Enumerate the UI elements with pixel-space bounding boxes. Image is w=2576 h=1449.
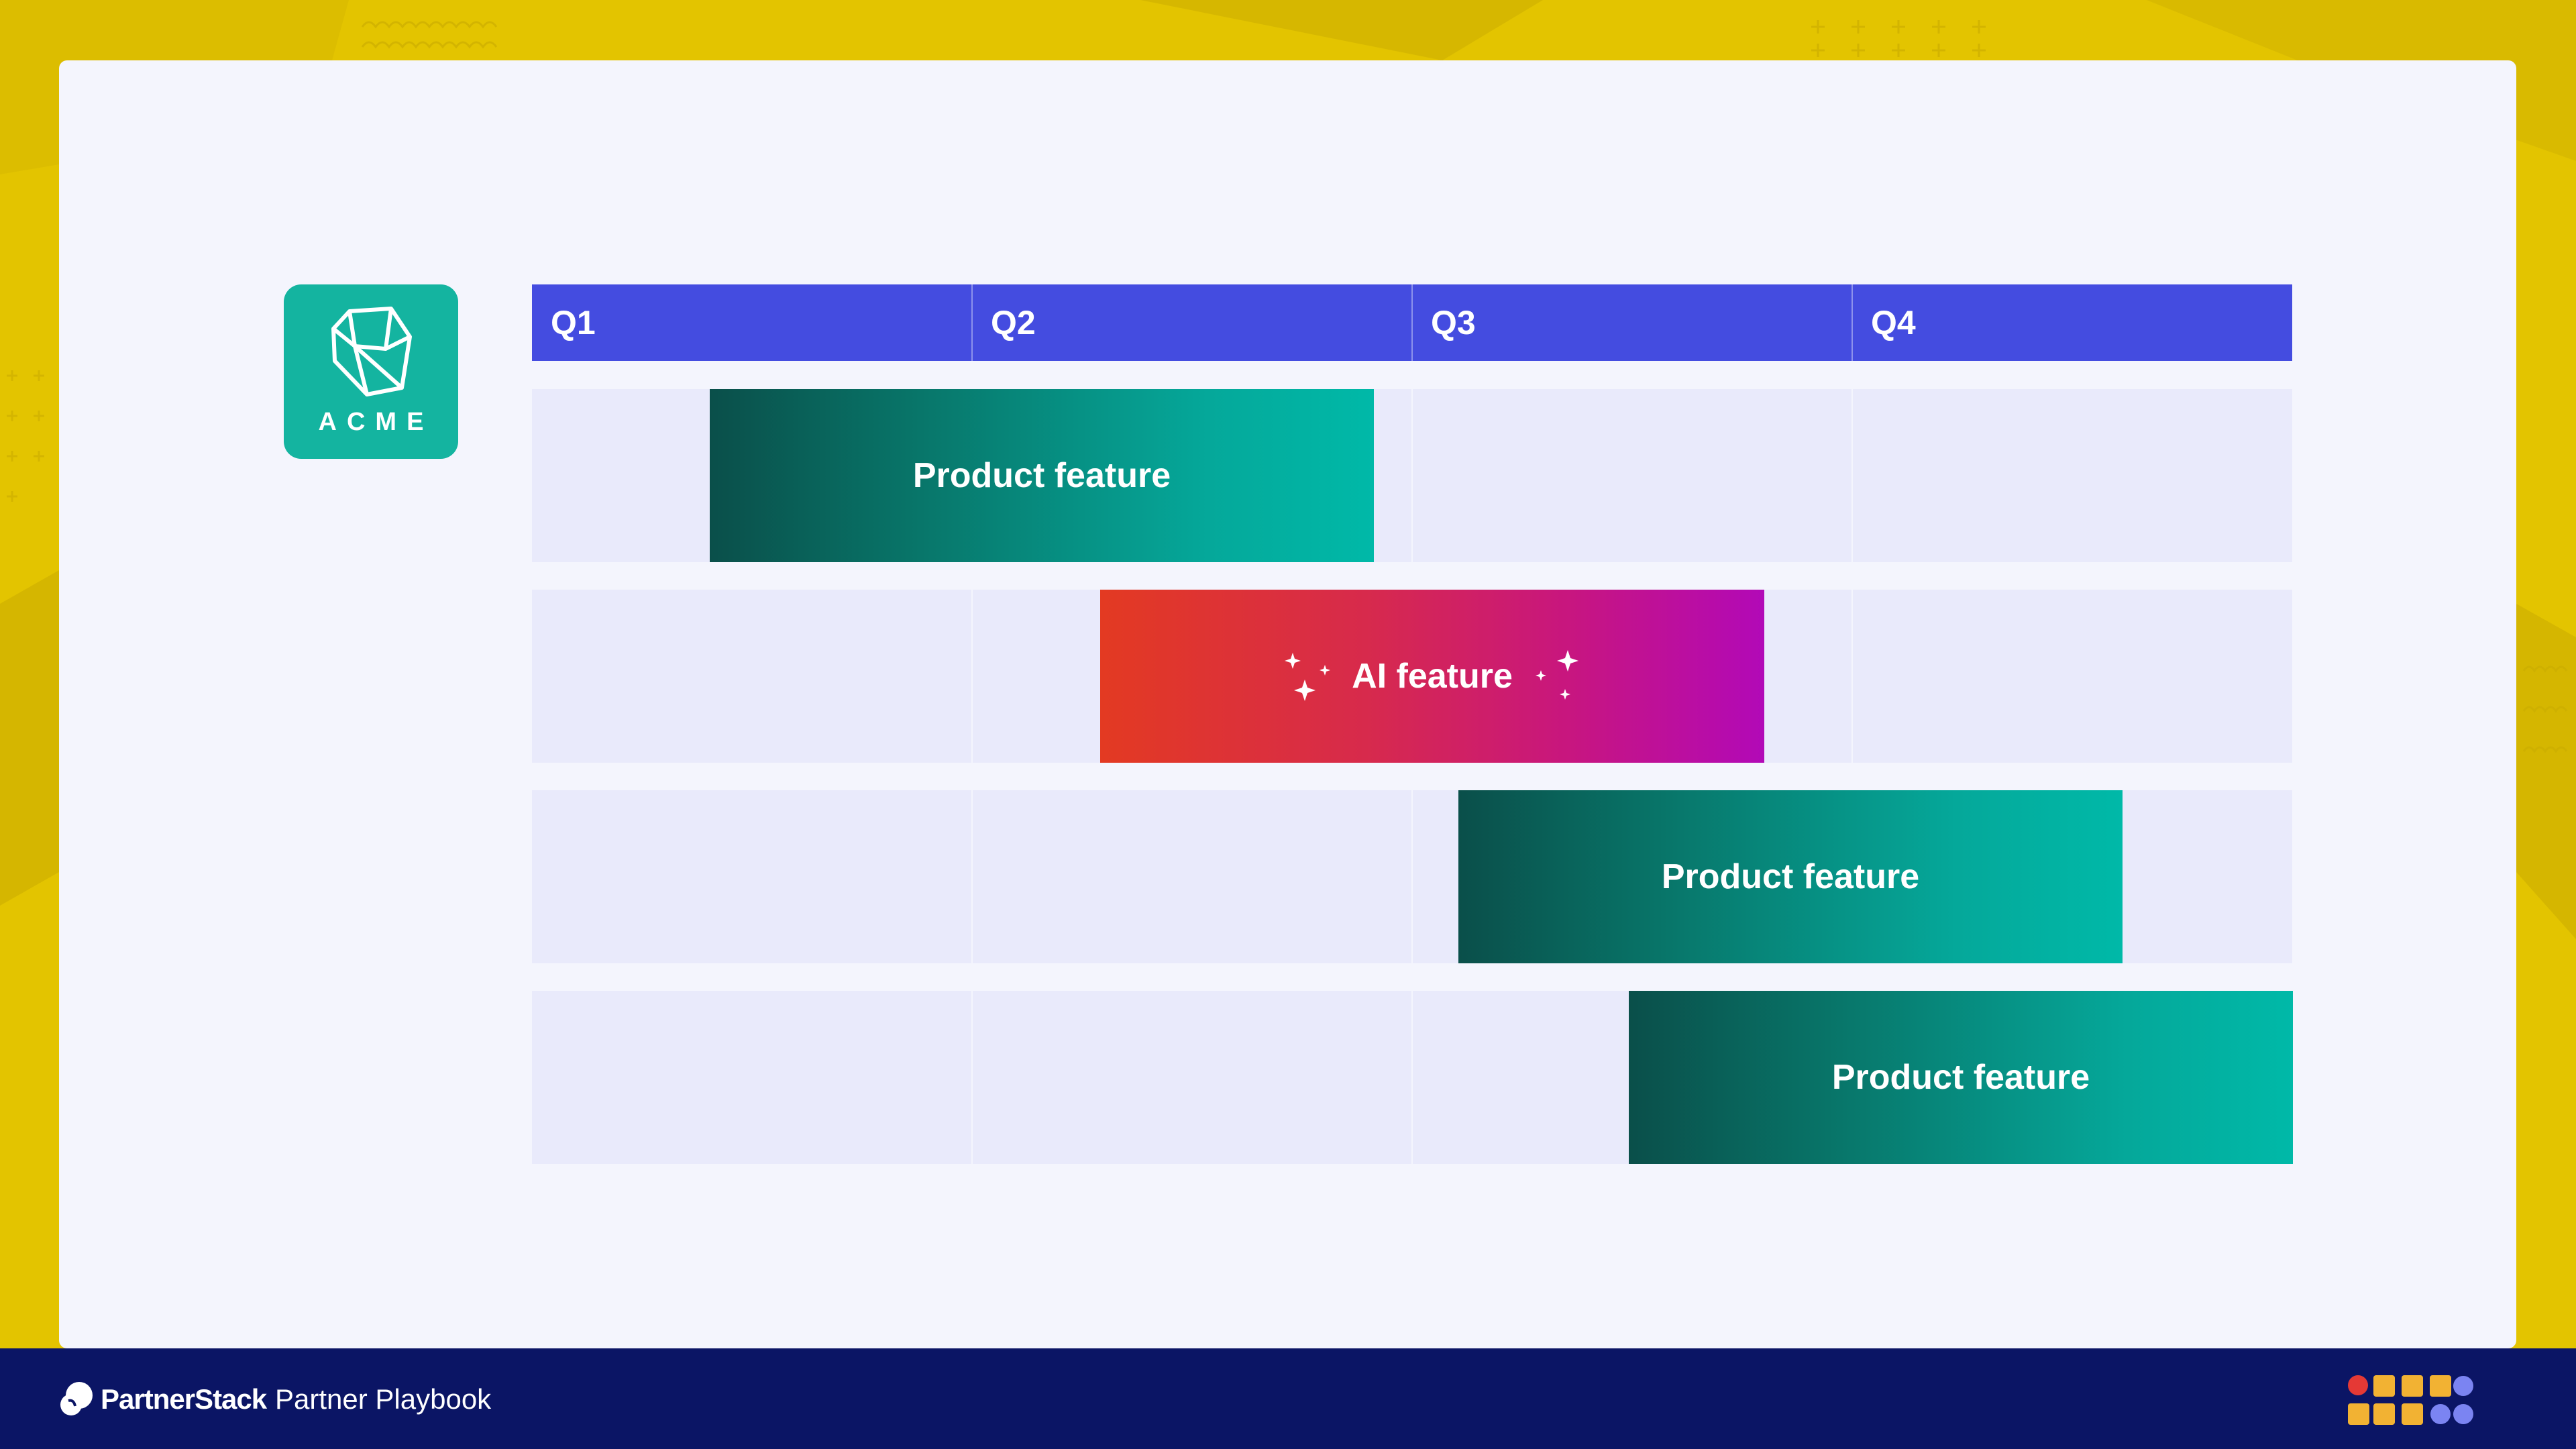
sparkles-icon [1535,650,1578,700]
quarter-label-q1: Q1 [551,304,596,341]
dot-grid-icon [2348,1375,2473,1425]
wireframe-cube-icon [331,307,412,396]
quarter-label-q4: Q4 [1871,304,1916,341]
quarter-gridline [1411,361,1413,1165]
feature-label: AI feature [1352,657,1513,696]
quarter-label-q2: Q2 [991,304,1036,341]
quarter-header: Q1 Q2 Q3 Q4 [532,284,2292,361]
feature-bar-product-2[interactable]: Product feature [1458,790,2123,963]
feature-bar-ai[interactable]: AI feature [1100,590,1764,763]
acme-logo: ACME [284,284,458,459]
feature-label: Product feature [1661,857,1920,896]
acme-logo-text: ACME [318,408,434,436]
feature-label: Product feature [1831,1058,2090,1097]
quarter-label-q3: Q3 [1431,304,1476,341]
partnerstack-logo-icon [60,1382,93,1415]
feature-bar-product-3[interactable]: Product feature [1629,991,2293,1164]
feature-bar-product-1[interactable]: Product feature [710,389,1374,562]
sparkles-icon [1285,653,1331,701]
feature-label: Product feature [912,456,1171,495]
partnerstack-brand: PartnerStack [101,1383,267,1415]
playbook-label: Partner Playbook [275,1383,492,1415]
